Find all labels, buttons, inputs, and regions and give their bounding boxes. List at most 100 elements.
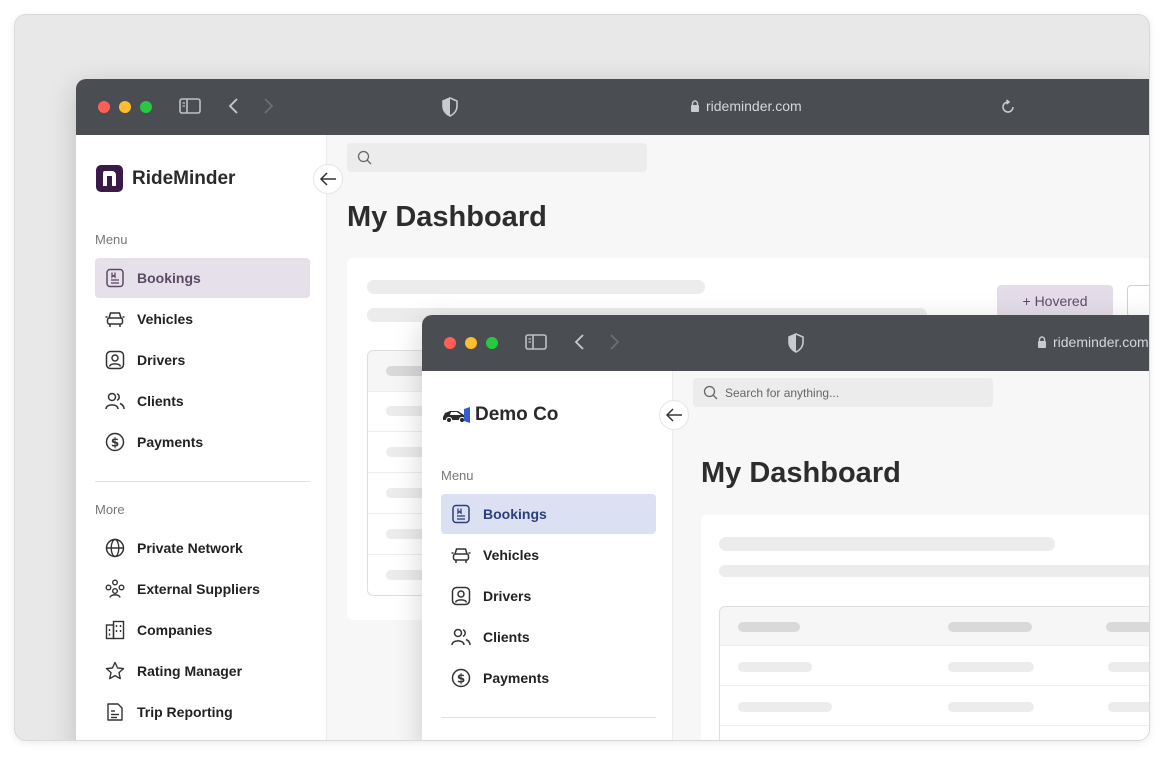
dashboard-card xyxy=(701,515,1149,740)
search-input[interactable] xyxy=(347,143,647,172)
democo-logo[interactable]: Demo Co xyxy=(442,404,558,426)
browser-titlebar: rideminder.com xyxy=(76,79,1149,135)
arrow-left-icon xyxy=(665,408,682,422)
sidebar-item-private-network[interactable]: Private Network xyxy=(95,528,310,568)
democo-main-content: Search for anything... My Dashboard xyxy=(673,371,1149,740)
close-window-button[interactable] xyxy=(444,337,456,349)
table-row-divider xyxy=(720,685,1149,686)
sidebar-item-label: Clients xyxy=(483,629,530,645)
minimize-window-button[interactable] xyxy=(465,337,477,349)
sidebar-item-label: External Suppliers xyxy=(137,581,260,597)
reload-icon[interactable] xyxy=(1000,99,1016,120)
more-section-label: More xyxy=(95,502,125,517)
page-title: My Dashboard xyxy=(347,201,547,233)
page-title: My Dashboard xyxy=(701,457,901,489)
sidebar-item-label: Payments xyxy=(137,434,204,450)
skeleton-table xyxy=(719,606,1149,740)
minimize-window-button[interactable] xyxy=(119,101,131,113)
secondary-button[interactable] xyxy=(1127,285,1149,317)
sidebar-divider xyxy=(441,717,656,718)
search-icon xyxy=(357,150,372,165)
sidebar-item-label: Drivers xyxy=(483,588,532,604)
sidebar-item-vehicles[interactable]: Vehicles xyxy=(441,535,656,575)
sidebar-item-external-suppliers[interactable]: External Suppliers xyxy=(95,569,310,609)
star-icon xyxy=(105,661,125,680)
report-icon xyxy=(107,703,123,721)
svg-text:$: $ xyxy=(457,672,465,686)
sidebar-toggle-icon[interactable] xyxy=(179,97,201,120)
close-window-button[interactable] xyxy=(98,101,110,113)
sidebar-item-companies[interactable]: Companies xyxy=(95,610,310,650)
hovered-button-label: + Hovered xyxy=(1022,293,1088,309)
sidebar-item-drivers[interactable]: Drivers xyxy=(441,576,656,616)
forward-arrow-icon[interactable] xyxy=(261,97,275,120)
search-icon xyxy=(703,385,718,400)
skeleton-cell xyxy=(948,622,1032,632)
sidebar-item-clients[interactable]: Clients xyxy=(95,381,310,421)
sidebar-item-label: Companies xyxy=(137,622,213,638)
url-text: rideminder.com xyxy=(1053,334,1149,350)
sidebar-item-payments[interactable]: $ Payments xyxy=(95,422,310,462)
browser-titlebar: rideminder.com xyxy=(422,315,1149,371)
sidebar-item-label: Payments xyxy=(483,670,550,686)
sidebar-item-label: Rating Manager xyxy=(137,663,243,679)
lock-icon xyxy=(691,100,699,112)
collapse-sidebar-button[interactable] xyxy=(313,164,343,194)
sidebar-item-label: Vehicles xyxy=(483,547,540,563)
skeleton-cell xyxy=(1106,622,1149,632)
back-arrow-icon[interactable] xyxy=(227,97,241,120)
democo-sidebar: Demo Co Menu Bookings Vehicles Drivers C… xyxy=(422,371,673,740)
brand-name: Demo Co xyxy=(475,404,559,425)
table-row-divider xyxy=(720,725,1149,726)
collapse-sidebar-button[interactable] xyxy=(659,400,689,430)
rideminder-logo[interactable]: RideMinder xyxy=(96,165,235,192)
clients-icon xyxy=(451,628,471,646)
suppliers-icon xyxy=(105,579,125,598)
sidebar-item-rating-manager[interactable]: Rating Manager xyxy=(95,651,310,691)
sidebar-divider xyxy=(95,481,310,482)
skeleton-line xyxy=(367,280,705,294)
sidebar-item-bookings[interactable]: Bookings xyxy=(441,494,656,534)
maximize-window-button[interactable] xyxy=(140,101,152,113)
sidebar-item-drivers[interactable]: Drivers xyxy=(95,340,310,380)
sidebar-item-label: Private Network xyxy=(137,540,243,556)
payments-icon: $ xyxy=(451,668,471,688)
skeleton-cell xyxy=(948,662,1034,672)
driver-icon xyxy=(105,350,125,370)
menu-section-label: Menu xyxy=(441,468,474,483)
clients-icon xyxy=(105,392,125,410)
sidebar-item-payments[interactable]: $ Payments xyxy=(441,658,656,698)
brand-name: RideMinder xyxy=(132,167,236,189)
sidebar-item-label: Bookings xyxy=(137,270,201,286)
search-input[interactable]: Search for anything... xyxy=(693,378,993,407)
skeleton-line xyxy=(719,565,1149,577)
rideminder-logo-icon xyxy=(96,165,123,192)
maximize-window-button[interactable] xyxy=(486,337,498,349)
arrow-left-icon xyxy=(319,172,336,186)
bookings-icon xyxy=(452,504,470,524)
hovered-button[interactable]: + Hovered xyxy=(997,285,1113,317)
sidebar-item-bookings[interactable]: Bookings xyxy=(95,258,310,298)
menu-section-label: Menu xyxy=(95,232,128,247)
sidebar-item-clients[interactable]: Clients xyxy=(441,617,656,657)
skeleton-cell xyxy=(738,702,832,712)
sidebar-toggle-icon[interactable] xyxy=(525,333,547,356)
back-arrow-icon[interactable] xyxy=(573,333,587,356)
payments-icon: $ xyxy=(105,432,125,452)
lock-icon xyxy=(1038,336,1046,348)
address-bar[interactable]: rideminder.com xyxy=(1037,334,1149,350)
screenshot-stage: rideminder.com RideMinder Menu Bookings … xyxy=(14,14,1150,741)
shield-icon[interactable] xyxy=(442,97,458,122)
skeleton-line xyxy=(719,537,1055,551)
skeleton-cell xyxy=(1108,662,1149,672)
sidebar-item-label: Clients xyxy=(137,393,184,409)
address-bar[interactable]: rideminder.com xyxy=(690,98,802,114)
sidebar-item-vehicles[interactable]: Vehicles xyxy=(95,299,310,339)
sidebar-item-trip-reporting[interactable]: Trip Reporting xyxy=(95,692,310,732)
search-placeholder: Search for anything... xyxy=(725,385,840,400)
forward-arrow-icon[interactable] xyxy=(607,333,621,356)
svg-text:$: $ xyxy=(111,436,119,450)
vehicle-icon xyxy=(451,548,471,563)
url-text: rideminder.com xyxy=(706,98,802,114)
shield-icon[interactable] xyxy=(788,333,804,358)
